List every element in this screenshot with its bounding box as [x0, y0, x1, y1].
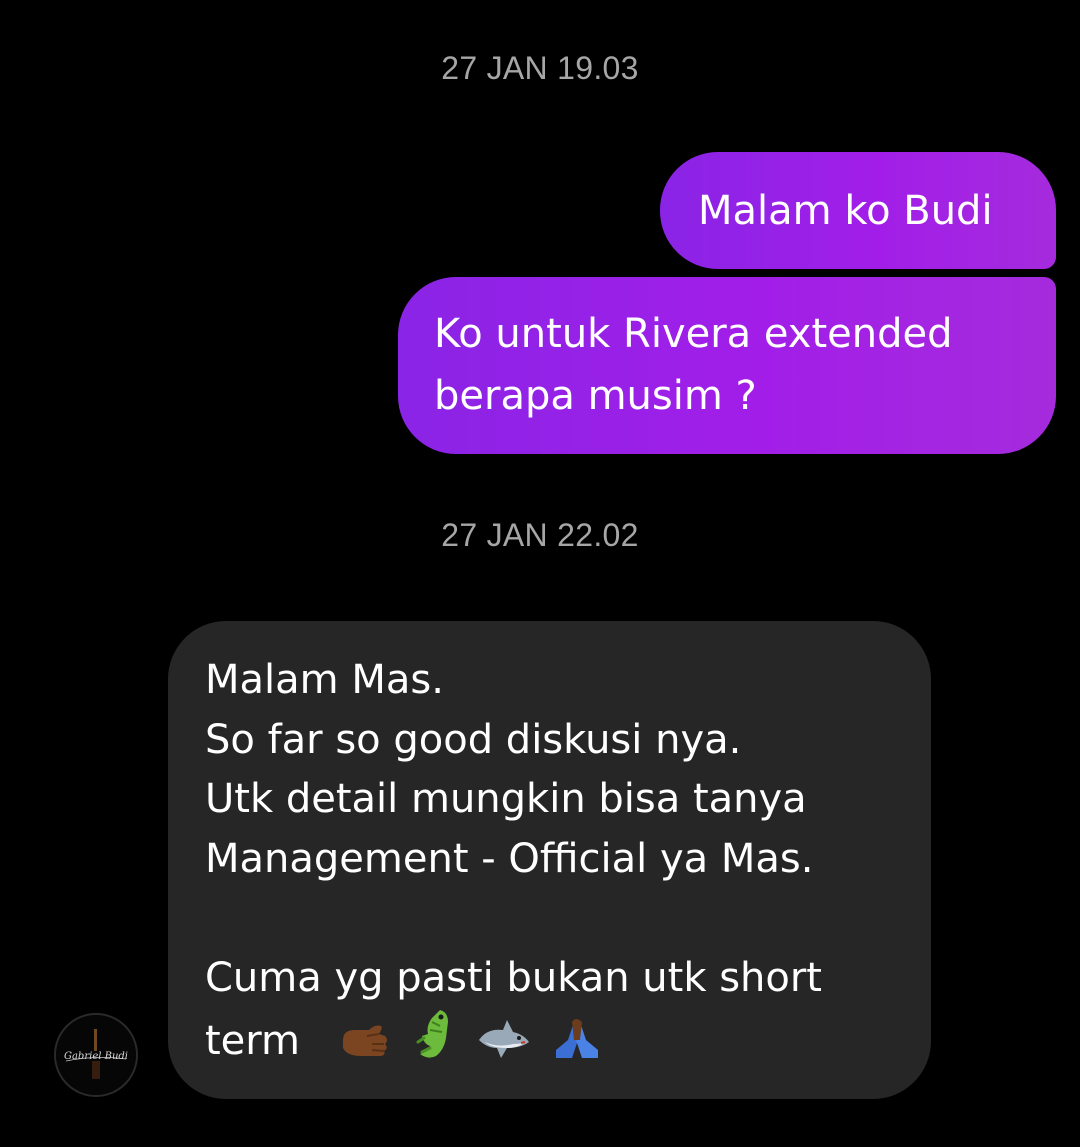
message-text: term [205, 1018, 300, 1064]
crocodile-icon [410, 1008, 458, 1078]
timestamp: 27 JAN 22.02 [441, 517, 639, 553]
message-text-line: So far so good diskusi nya. [205, 716, 742, 763]
shark-icon [477, 1018, 531, 1078]
incoming-message[interactable]: Malam Mas. So far so good diskusi nya. U… [168, 621, 931, 1099]
outgoing-message[interactable]: Ko untuk Rivera extended berapa musim ? [398, 277, 1056, 454]
outgoing-message[interactable]: Malam ko Budi [660, 152, 1056, 269]
avatar[interactable]: Gabriel Budi [54, 1013, 138, 1097]
thumbs-left-icon [339, 1018, 391, 1078]
message-text-line: Malam Mas. [205, 657, 444, 703]
message-text: Malam ko Budi [698, 188, 993, 234]
message-text-line-with-emojis: term [205, 1008, 931, 1078]
folded-hands-icon [550, 1016, 604, 1078]
message-text-line: Cuma yg pasti bukan utk short [205, 954, 822, 1001]
timestamp: 27 JAN 19.03 [441, 50, 639, 86]
message-text-line: berapa musim ? [434, 373, 757, 419]
message-text-line: Utk detail mungkin bisa tanya [205, 776, 807, 822]
message-text-line: Management - Official ya Mas. [205, 835, 814, 882]
signature-logo: Gabriel Budi [64, 1051, 128, 1062]
message-text-line: Ko untuk Rivera extended [434, 311, 953, 357]
